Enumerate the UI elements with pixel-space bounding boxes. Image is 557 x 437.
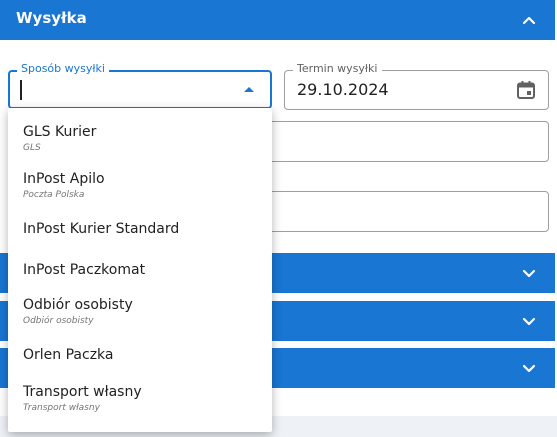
option-name: Transport własny — [23, 384, 142, 400]
dropdown-option-odbior-osobisty[interactable]: Odbiór osobisty Odbiór osobisty — [8, 292, 272, 340]
triangle-up-icon[interactable] — [244, 87, 254, 92]
option-name: InPost Paczkomat — [23, 262, 146, 278]
ship-date-value: 29.10.2024 — [297, 80, 389, 99]
option-subtitle: GLS — [23, 143, 41, 153]
dropdown-option-orlen-paczka[interactable]: Orlen Paczka — [8, 340, 272, 382]
dropdown-option-inpost-apilo[interactable]: InPost Apilo Poczta Polska — [8, 156, 272, 202]
calendar-icon[interactable] — [516, 80, 536, 100]
dropdown-option-transport-wlasny[interactable]: Transport własny Transport własny — [8, 382, 272, 432]
shipping-method-select[interactable]: Sposób wysyłki — [8, 62, 272, 109]
shipping-method-label: Sposób wysyłki — [17, 62, 109, 76]
option-name: GLS Kurier — [23, 124, 97, 140]
option-subtitle: Poczta Polska — [23, 190, 85, 200]
section-title: Wysyłka — [16, 9, 87, 27]
chevron-down-icon[interactable] — [521, 360, 537, 376]
dropdown-option-gls-kurier[interactable]: GLS Kurier GLS — [8, 108, 272, 156]
option-name: Orlen Paczka — [23, 347, 114, 363]
option-name: InPost Apilo — [23, 171, 105, 187]
dropdown-option-inpost-kurier-standard[interactable]: InPost Kurier Standard — [8, 202, 272, 248]
option-name: Odbiór osobisty — [23, 297, 133, 313]
text-cursor — [20, 80, 22, 100]
chevron-down-icon[interactable] — [521, 265, 537, 281]
chevron-up-icon[interactable] — [521, 12, 537, 28]
dropdown-option-inpost-paczkomat[interactable]: InPost Paczkomat — [8, 248, 272, 292]
option-subtitle: Odbiór osobisty — [23, 316, 94, 326]
shipping-method-dropdown: GLS Kurier GLS InPost Apilo Poczta Polsk… — [8, 108, 272, 432]
section-header-wysylka[interactable]: Wysyłka — [0, 0, 555, 40]
option-name: InPost Kurier Standard — [23, 221, 180, 237]
ship-date-label: Termin wysyłki — [293, 62, 382, 76]
option-subtitle: Transport własny — [23, 403, 100, 413]
ship-date-field[interactable]: Termin wysyłki 29.10.2024 — [284, 62, 549, 110]
chevron-down-icon[interactable] — [521, 313, 537, 329]
